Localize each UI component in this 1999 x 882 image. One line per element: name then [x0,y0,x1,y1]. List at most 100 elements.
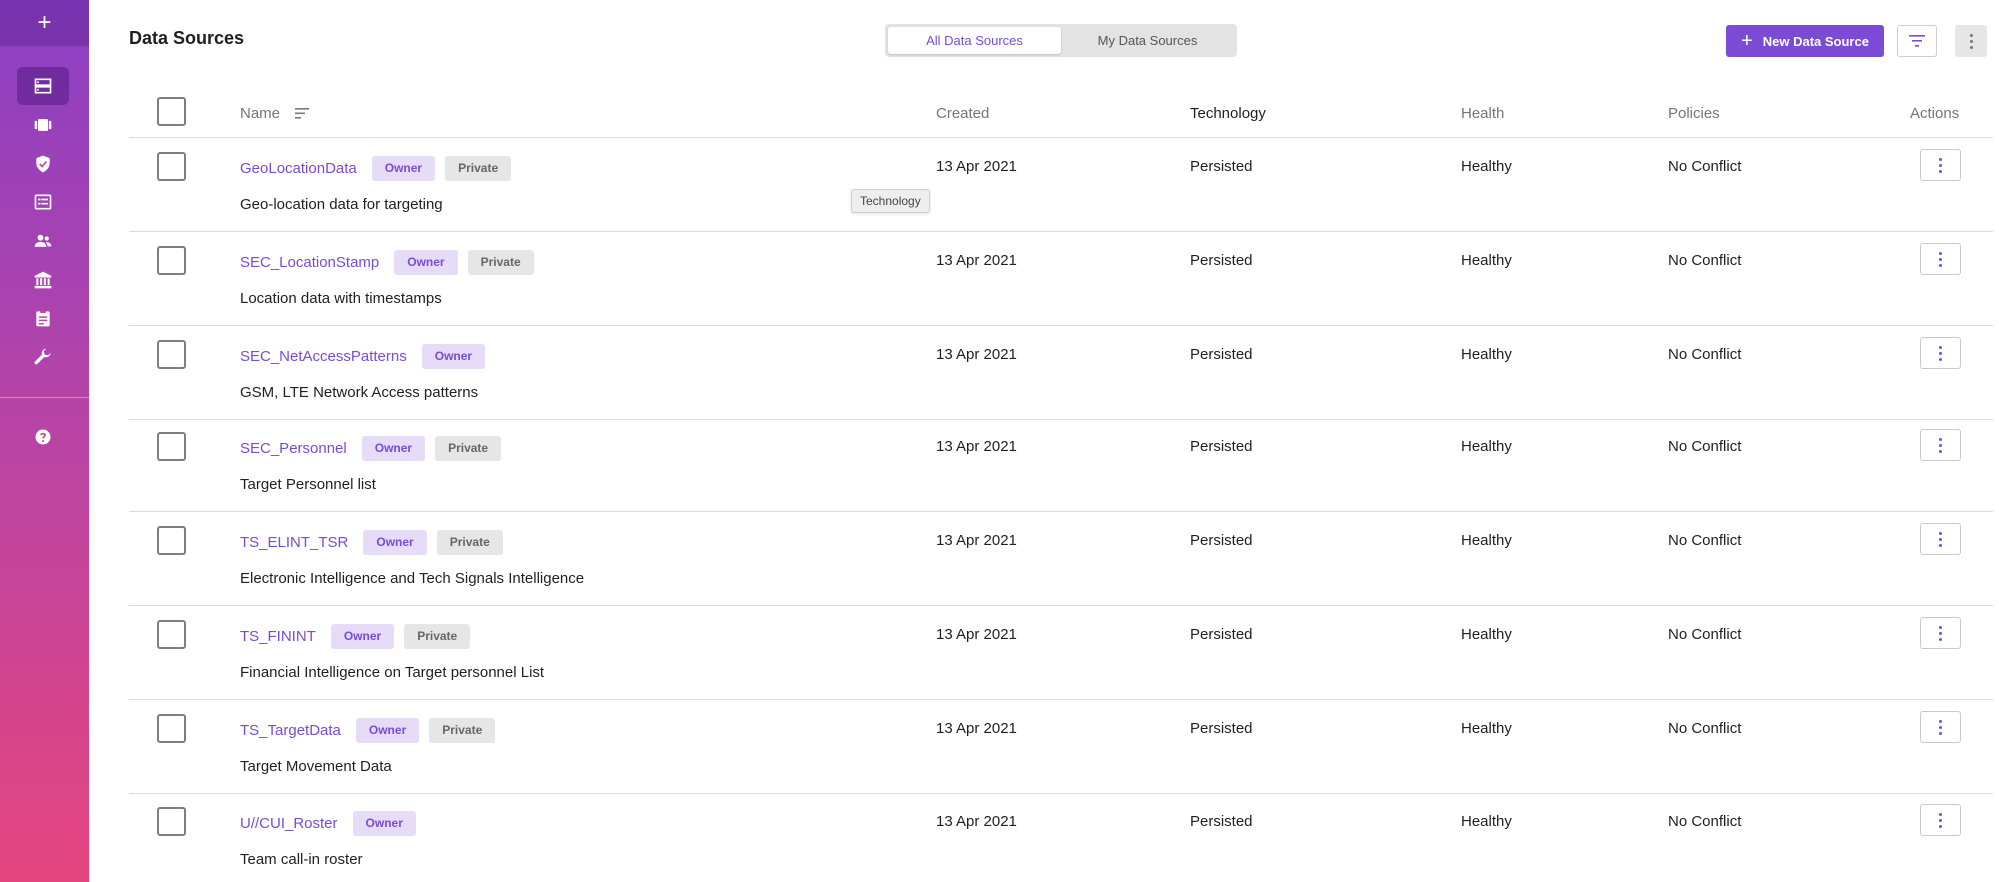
row-policies: No Conflict [1668,438,1742,455]
row-description: Target Personnel list [240,476,376,493]
owner-badge: Owner [394,250,458,275]
row-created: 13 Apr 2021 [936,813,1017,830]
sidebar-item-institutions[interactable] [17,261,69,299]
row-health: Healthy [1461,158,1512,175]
row-health: Healthy [1461,438,1512,455]
row-name: SEC_NetAccessPatterns Owner [240,344,486,369]
more-options-button[interactable] [1955,25,1987,57]
column-header-technology[interactable]: Technology [1190,88,1266,138]
row-actions-button[interactable] [1920,617,1961,649]
table-row[interactable]: GeoLocationData Owner Private Geo-location … [129,138,1993,232]
row-policies: No Conflict [1668,720,1742,737]
sidebar-item-help[interactable] [17,418,69,456]
sort-icon[interactable] [295,107,310,119]
row-checkbox[interactable] [157,620,186,649]
data-source-link[interactable]: SEC_LocationStamp [240,254,379,271]
tab-all-data-sources[interactable]: All Data Sources [888,27,1061,54]
private-badge: Private [436,530,503,555]
row-health: Healthy [1461,532,1512,549]
sidebar-item-users[interactable] [17,222,69,260]
filter-button[interactable] [1897,25,1937,57]
row-checkbox[interactable] [157,340,186,369]
data-source-link[interactable]: SEC_NetAccessPatterns [240,348,407,365]
table-row[interactable]: TS_FININT Owner Private Financial Intellige… [129,606,1993,700]
row-health: Healthy [1461,813,1512,830]
row-actions-button[interactable] [1920,711,1961,743]
more-vert-icon [1939,625,1942,641]
datasets-icon [34,119,52,131]
data-source-link[interactable]: SEC_Personnel [240,440,347,457]
table-row[interactable]: SEC_NetAccessPatterns Owner GSM, LTE Netwo… [129,326,1993,420]
select-all-checkbox[interactable] [157,97,186,126]
owner-badge: Owner [355,718,420,743]
plus-icon: + [37,9,52,36]
column-header-actions: Actions [1910,104,1960,122]
more-vert-icon [1939,812,1942,828]
table-row[interactable]: U//CUI_Roster Owner Team call-in roster 13 … [129,793,1993,882]
row-description: Financial Intelligence on Target personn… [240,664,545,681]
row-checkbox[interactable] [157,526,186,555]
row-policies: No Conflict [1668,626,1742,643]
sidebar-add-button[interactable]: + [0,0,89,46]
data-source-link[interactable]: TS_TargetData [240,722,341,739]
sidebar: + [0,0,89,882]
owner-badge: Owner [330,624,395,649]
row-technology: Persisted [1190,626,1253,643]
row-technology: Persisted [1190,252,1253,269]
row-actions-button[interactable] [1920,243,1961,275]
row-technology: Persisted [1190,532,1253,549]
column-header-policies[interactable]: Policies [1668,88,1720,138]
row-description: Geo-location data for targeting [240,196,443,213]
column-header-name[interactable]: Name [240,88,310,138]
row-description: Electronic Intelligence and Tech Signals… [240,570,585,587]
row-health: Healthy [1461,626,1512,643]
sidebar-item-data-sources[interactable] [17,67,69,105]
table-row[interactable]: SEC_LocationStamp Owner Private Location da… [129,232,1993,326]
sidebar-item-catalog[interactable] [17,183,69,221]
data-source-link[interactable]: TS_ELINT_TSR [240,534,348,551]
data-source-link[interactable]: TS_FININT [240,628,316,645]
row-policies: No Conflict [1668,813,1742,830]
sidebar-item-tasks[interactable] [17,299,69,337]
private-badge: Private [404,624,471,649]
new-data-source-button[interactable]: + New Data Source [1726,25,1884,57]
row-actions-button[interactable] [1920,429,1961,461]
sidebar-item-tools[interactable] [17,338,69,376]
column-header-created[interactable]: Created [936,88,989,138]
data-source-link[interactable]: U//CUI_Roster [240,815,338,832]
private-badge: Private [445,156,512,181]
row-checkbox[interactable] [157,246,186,275]
page-title: Data Sources [129,28,245,48]
sidebar-item-datasets[interactable] [17,106,69,144]
help-icon [35,429,51,445]
row-checkbox[interactable] [157,714,186,743]
tab-my-data-sources[interactable]: My Data Sources [1061,27,1234,54]
row-health: Healthy [1461,720,1512,737]
private-badge: Private [467,250,534,275]
row-actions-button[interactable] [1920,523,1961,555]
table-row[interactable]: SEC_Personnel Owner Private Target Personne… [129,418,1993,512]
users-icon [34,234,52,247]
row-name: TS_TargetData Owner Private [240,718,496,743]
column-header-health[interactable]: Health [1461,88,1504,138]
row-actions-button[interactable] [1920,149,1961,181]
table-row[interactable]: TS_TargetData Owner Private Target Movement… [129,700,1993,794]
row-checkbox[interactable] [157,152,186,181]
sidebar-item-policies[interactable] [17,145,69,183]
table-row[interactable]: TS_ELINT_TSR Owner Private Electronic Intel… [129,512,1993,606]
row-actions-button[interactable] [1920,804,1961,836]
row-health: Healthy [1461,252,1512,269]
row-checkbox[interactable] [157,807,186,836]
row-checkbox[interactable] [157,432,186,461]
row-created: 13 Apr 2021 [936,720,1017,737]
row-description: GSM, LTE Network Access patterns [240,384,479,401]
table-header: Name Created Technology Health Policies … [129,88,1993,138]
row-description: Team call-in roster [240,851,363,868]
row-actions-button[interactable] [1920,337,1961,369]
data-source-link[interactable]: GeoLocationData [240,160,357,177]
new-data-source-label: New Data Source [1762,33,1869,49]
plus-icon: + [1741,30,1753,52]
row-name: SEC_LocationStamp Owner Private [240,250,534,275]
private-badge: Private [429,718,496,743]
private-badge: Private [435,436,502,461]
